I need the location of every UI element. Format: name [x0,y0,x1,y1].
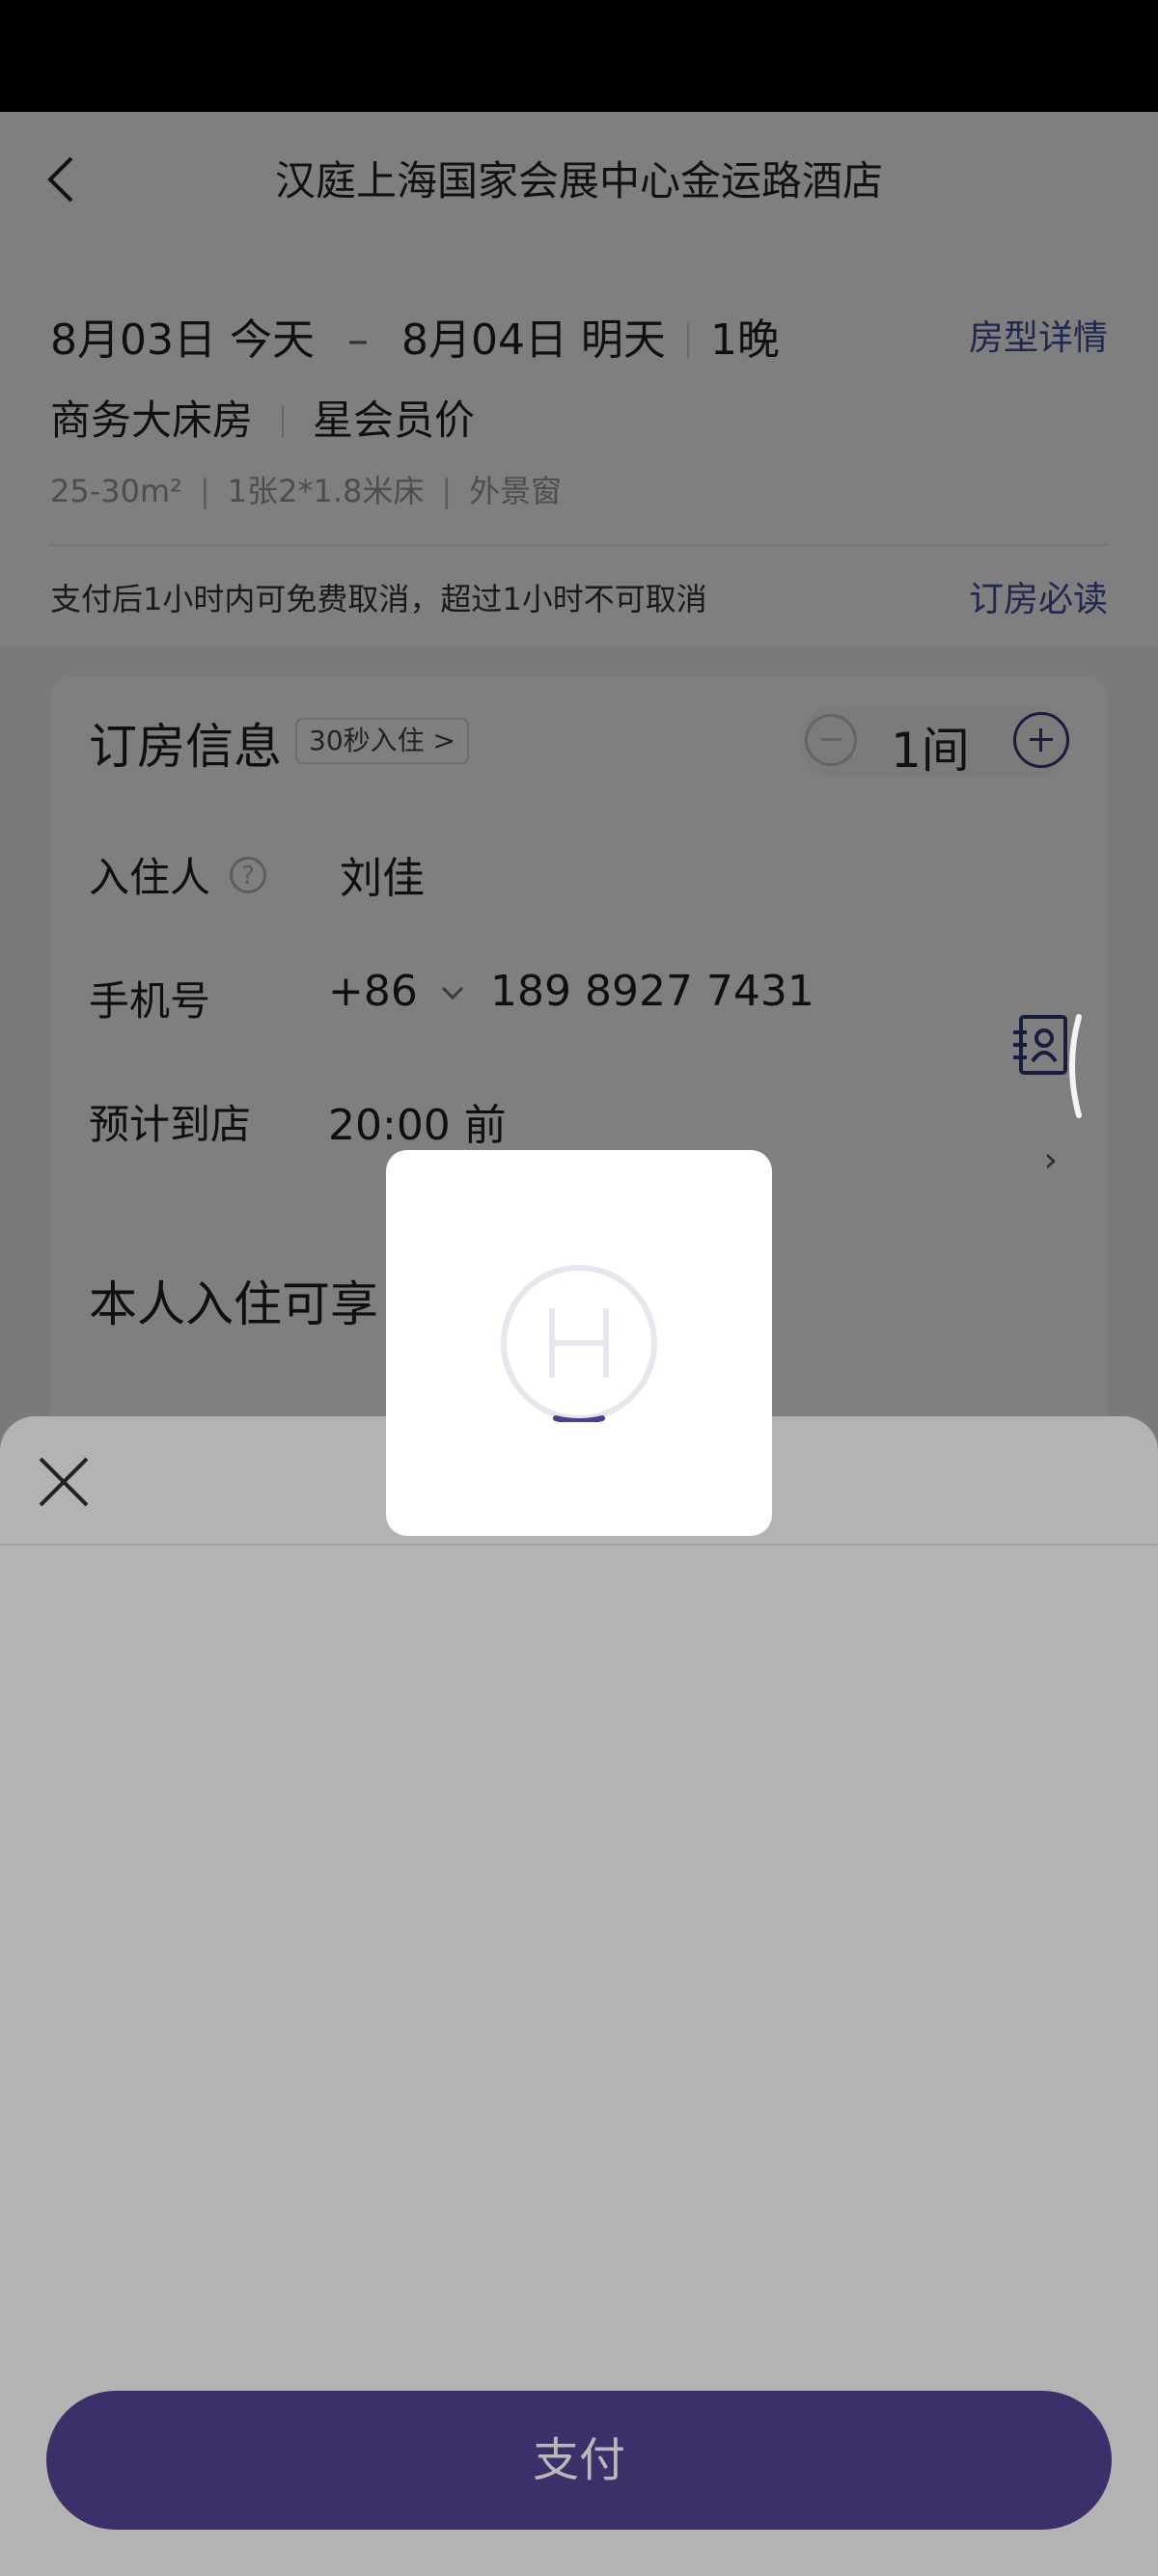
hotel-logo-icon [501,1265,657,1422]
payment-sheet: 支付 [0,1416,1158,2576]
divider [0,1544,1158,1546]
loading-dialog [386,1150,772,1536]
status-bar [0,0,1158,112]
close-icon[interactable] [35,1453,93,1511]
pay-button[interactable]: 支付 [46,2391,1112,2530]
loading-arc [1069,1014,1082,1118]
